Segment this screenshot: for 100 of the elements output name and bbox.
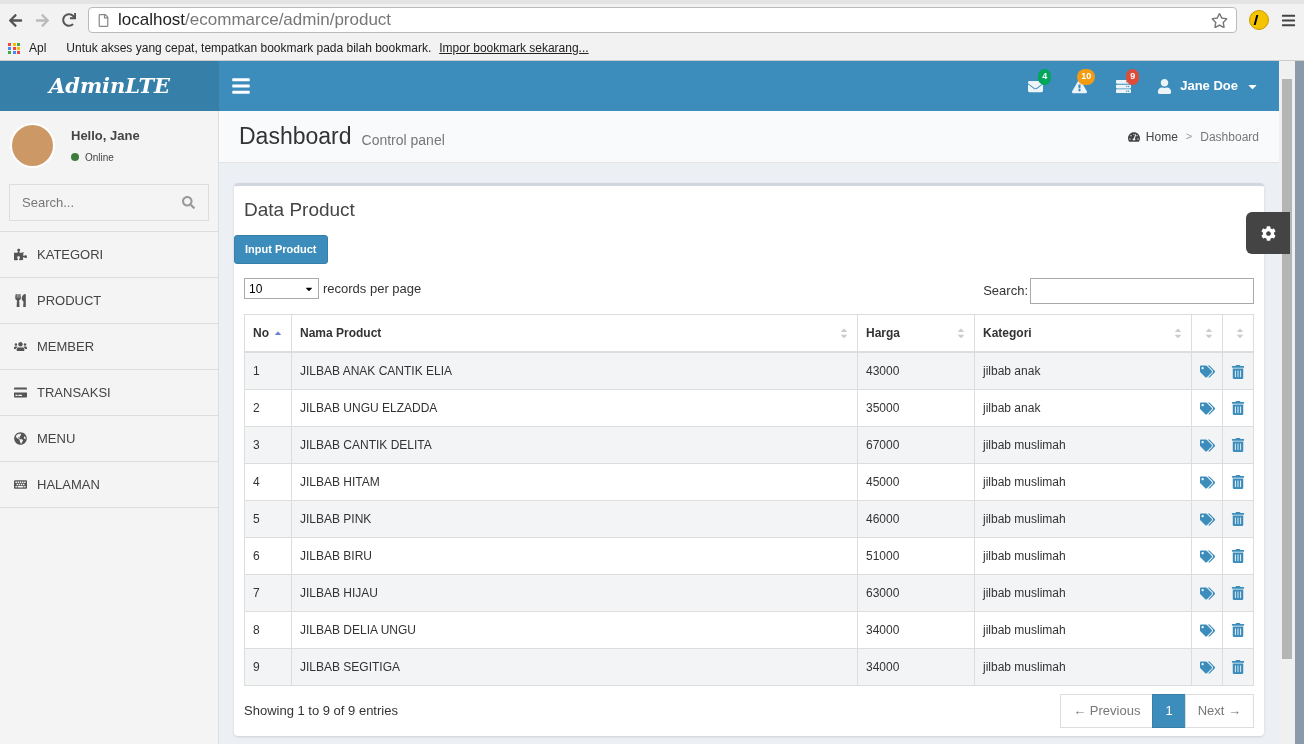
sidebar-item[interactable]: MEMBER bbox=[0, 323, 218, 369]
table-cell: JILBAB PINK bbox=[291, 500, 858, 537]
input-product-button[interactable]: Input Product bbox=[234, 234, 328, 264]
trash-icon[interactable] bbox=[1231, 438, 1245, 453]
table-cell: jilbab muslimah bbox=[974, 500, 1192, 537]
trash-icon[interactable] bbox=[1231, 660, 1245, 675]
table-cell: JILBAB CANTIK DELITA bbox=[291, 426, 858, 463]
table-cell: JILBAB HIJAU bbox=[291, 574, 858, 611]
pagination-button[interactable]: 1 bbox=[1152, 693, 1186, 728]
table-cell: 34000 bbox=[857, 611, 975, 648]
table-cell: 7 bbox=[244, 574, 292, 611]
page-title: Dashboard bbox=[239, 122, 352, 152]
page-subtitle: Control panel bbox=[361, 131, 445, 150]
table-cell: 2 bbox=[244, 389, 292, 426]
page-icon bbox=[97, 13, 110, 27]
table-cell: jilbab muslimah bbox=[974, 611, 1192, 648]
trash-icon[interactable] bbox=[1231, 401, 1245, 416]
column-header[interactable]: Kategori bbox=[974, 314, 1192, 352]
tag-icon[interactable] bbox=[1199, 659, 1215, 675]
back-icon[interactable] bbox=[8, 12, 23, 28]
settings-icon bbox=[1260, 225, 1276, 241]
import-bookmarks-link[interactable]: Impor bookmark sekarang... bbox=[439, 39, 589, 57]
table-cell: 35000 bbox=[857, 389, 975, 426]
table-cell: jilbab anak bbox=[974, 389, 1192, 426]
star-icon[interactable] bbox=[1211, 11, 1228, 29]
table-cell: 51000 bbox=[857, 537, 975, 574]
breadcrumb-link[interactable]: Home bbox=[1145, 127, 1178, 146]
keyboard-icon bbox=[14, 478, 27, 491]
tag-icon[interactable] bbox=[1199, 585, 1215, 601]
tag-icon[interactable] bbox=[1199, 400, 1215, 416]
url-text: localhost/ecommarce/admin/product bbox=[118, 9, 393, 32]
address-bar[interactable]: localhost/ecommarce/admin/product bbox=[88, 7, 1237, 33]
table-cell: jilbab muslimah bbox=[974, 426, 1192, 463]
table-cell: JILBAB ANAK CANTIK ELIA bbox=[291, 352, 858, 389]
column-header[interactable]: Nama Product bbox=[291, 314, 858, 352]
tag-icon[interactable] bbox=[1199, 437, 1215, 453]
sidebar-item[interactable]: PRODUCT bbox=[0, 277, 218, 323]
cutlery-icon bbox=[14, 294, 27, 307]
table-cell: 5 bbox=[244, 500, 292, 537]
settings-button[interactable] bbox=[1246, 212, 1290, 254]
column-header[interactable]: Harga bbox=[857, 314, 975, 352]
table-cell: 45000 bbox=[857, 463, 975, 500]
reload-icon[interactable] bbox=[62, 13, 76, 27]
table-cell: JILBAB SEGITIGA bbox=[291, 648, 858, 685]
table-cell: 67000 bbox=[857, 426, 975, 463]
user-icon bbox=[1157, 78, 1173, 94]
user-menu[interactable]: Jane Doe bbox=[1145, 76, 1271, 96]
user-greeting: Hello, Jane bbox=[71, 127, 140, 146]
menu-icon[interactable] bbox=[1281, 12, 1296, 28]
table-cell: jilbab muslimah bbox=[974, 537, 1192, 574]
table-cell: jilbab muslimah bbox=[974, 463, 1192, 500]
search-label: Search: bbox=[983, 281, 1028, 300]
extension-icon[interactable] bbox=[1249, 10, 1269, 30]
search-icon[interactable] bbox=[182, 196, 195, 209]
box-title: Data Product bbox=[243, 198, 356, 222]
card-icon bbox=[14, 386, 27, 399]
trash-icon[interactable] bbox=[1231, 512, 1245, 527]
sidebar-item[interactable]: HALAMAN bbox=[0, 461, 218, 507]
page-length-select[interactable]: 10 bbox=[244, 278, 319, 299]
sidebar-item[interactable]: TRANSAKSI bbox=[0, 369, 218, 415]
tag-icon[interactable] bbox=[1199, 622, 1215, 638]
table-cell: 63000 bbox=[857, 574, 975, 611]
table-cell: 1 bbox=[244, 352, 292, 389]
page-length-label: records per page bbox=[323, 279, 422, 298]
sidebar-item[interactable]: MENU bbox=[0, 415, 218, 461]
apps-link[interactable]: Apl bbox=[29, 39, 47, 57]
table-cell: 4 bbox=[244, 463, 292, 500]
sidebar-search-field[interactable]: Search... bbox=[9, 184, 209, 221]
table-cell: 9 bbox=[244, 648, 292, 685]
scrollbar[interactable] bbox=[1279, 61, 1295, 744]
apps-icon[interactable] bbox=[8, 42, 21, 54]
globe-icon bbox=[14, 432, 27, 445]
trash-icon[interactable] bbox=[1231, 623, 1245, 638]
trash-icon[interactable] bbox=[1231, 549, 1245, 564]
logo[interactable]: AdminLTE bbox=[0, 61, 219, 111]
breadcrumb-separator: > bbox=[1185, 129, 1193, 145]
mail-icon bbox=[1027, 78, 1043, 94]
table-cell: JILBAB UNGU ELZADDA bbox=[291, 389, 858, 426]
table-cell: JILBAB BIRU bbox=[291, 537, 858, 574]
dashboard-icon bbox=[1127, 130, 1140, 143]
users-icon bbox=[14, 340, 27, 353]
table-search-field[interactable] bbox=[1030, 277, 1254, 304]
tag-icon[interactable] bbox=[1199, 474, 1215, 490]
table-cell: JILBAB HITAM bbox=[291, 463, 858, 500]
trash-icon[interactable] bbox=[1231, 364, 1245, 379]
trash-icon[interactable] bbox=[1231, 475, 1245, 490]
column-header[interactable]: No bbox=[244, 314, 292, 352]
tag-icon[interactable] bbox=[1199, 364, 1215, 380]
menu-toggle-icon[interactable] bbox=[231, 76, 251, 96]
table-cell: 6 bbox=[244, 537, 292, 574]
avatar bbox=[10, 123, 55, 168]
status-text: Online bbox=[85, 150, 114, 165]
tag-icon[interactable] bbox=[1199, 511, 1215, 527]
sidebar-item[interactable]: KATEGORI bbox=[0, 231, 218, 277]
count-badge: 4 bbox=[1038, 69, 1052, 85]
notification-button[interactable]: 9 bbox=[1101, 61, 1146, 111]
tag-icon[interactable] bbox=[1199, 548, 1215, 564]
table-cell: jilbab anak bbox=[974, 352, 1192, 389]
tasks-icon bbox=[1115, 78, 1131, 94]
trash-icon[interactable] bbox=[1231, 586, 1245, 601]
